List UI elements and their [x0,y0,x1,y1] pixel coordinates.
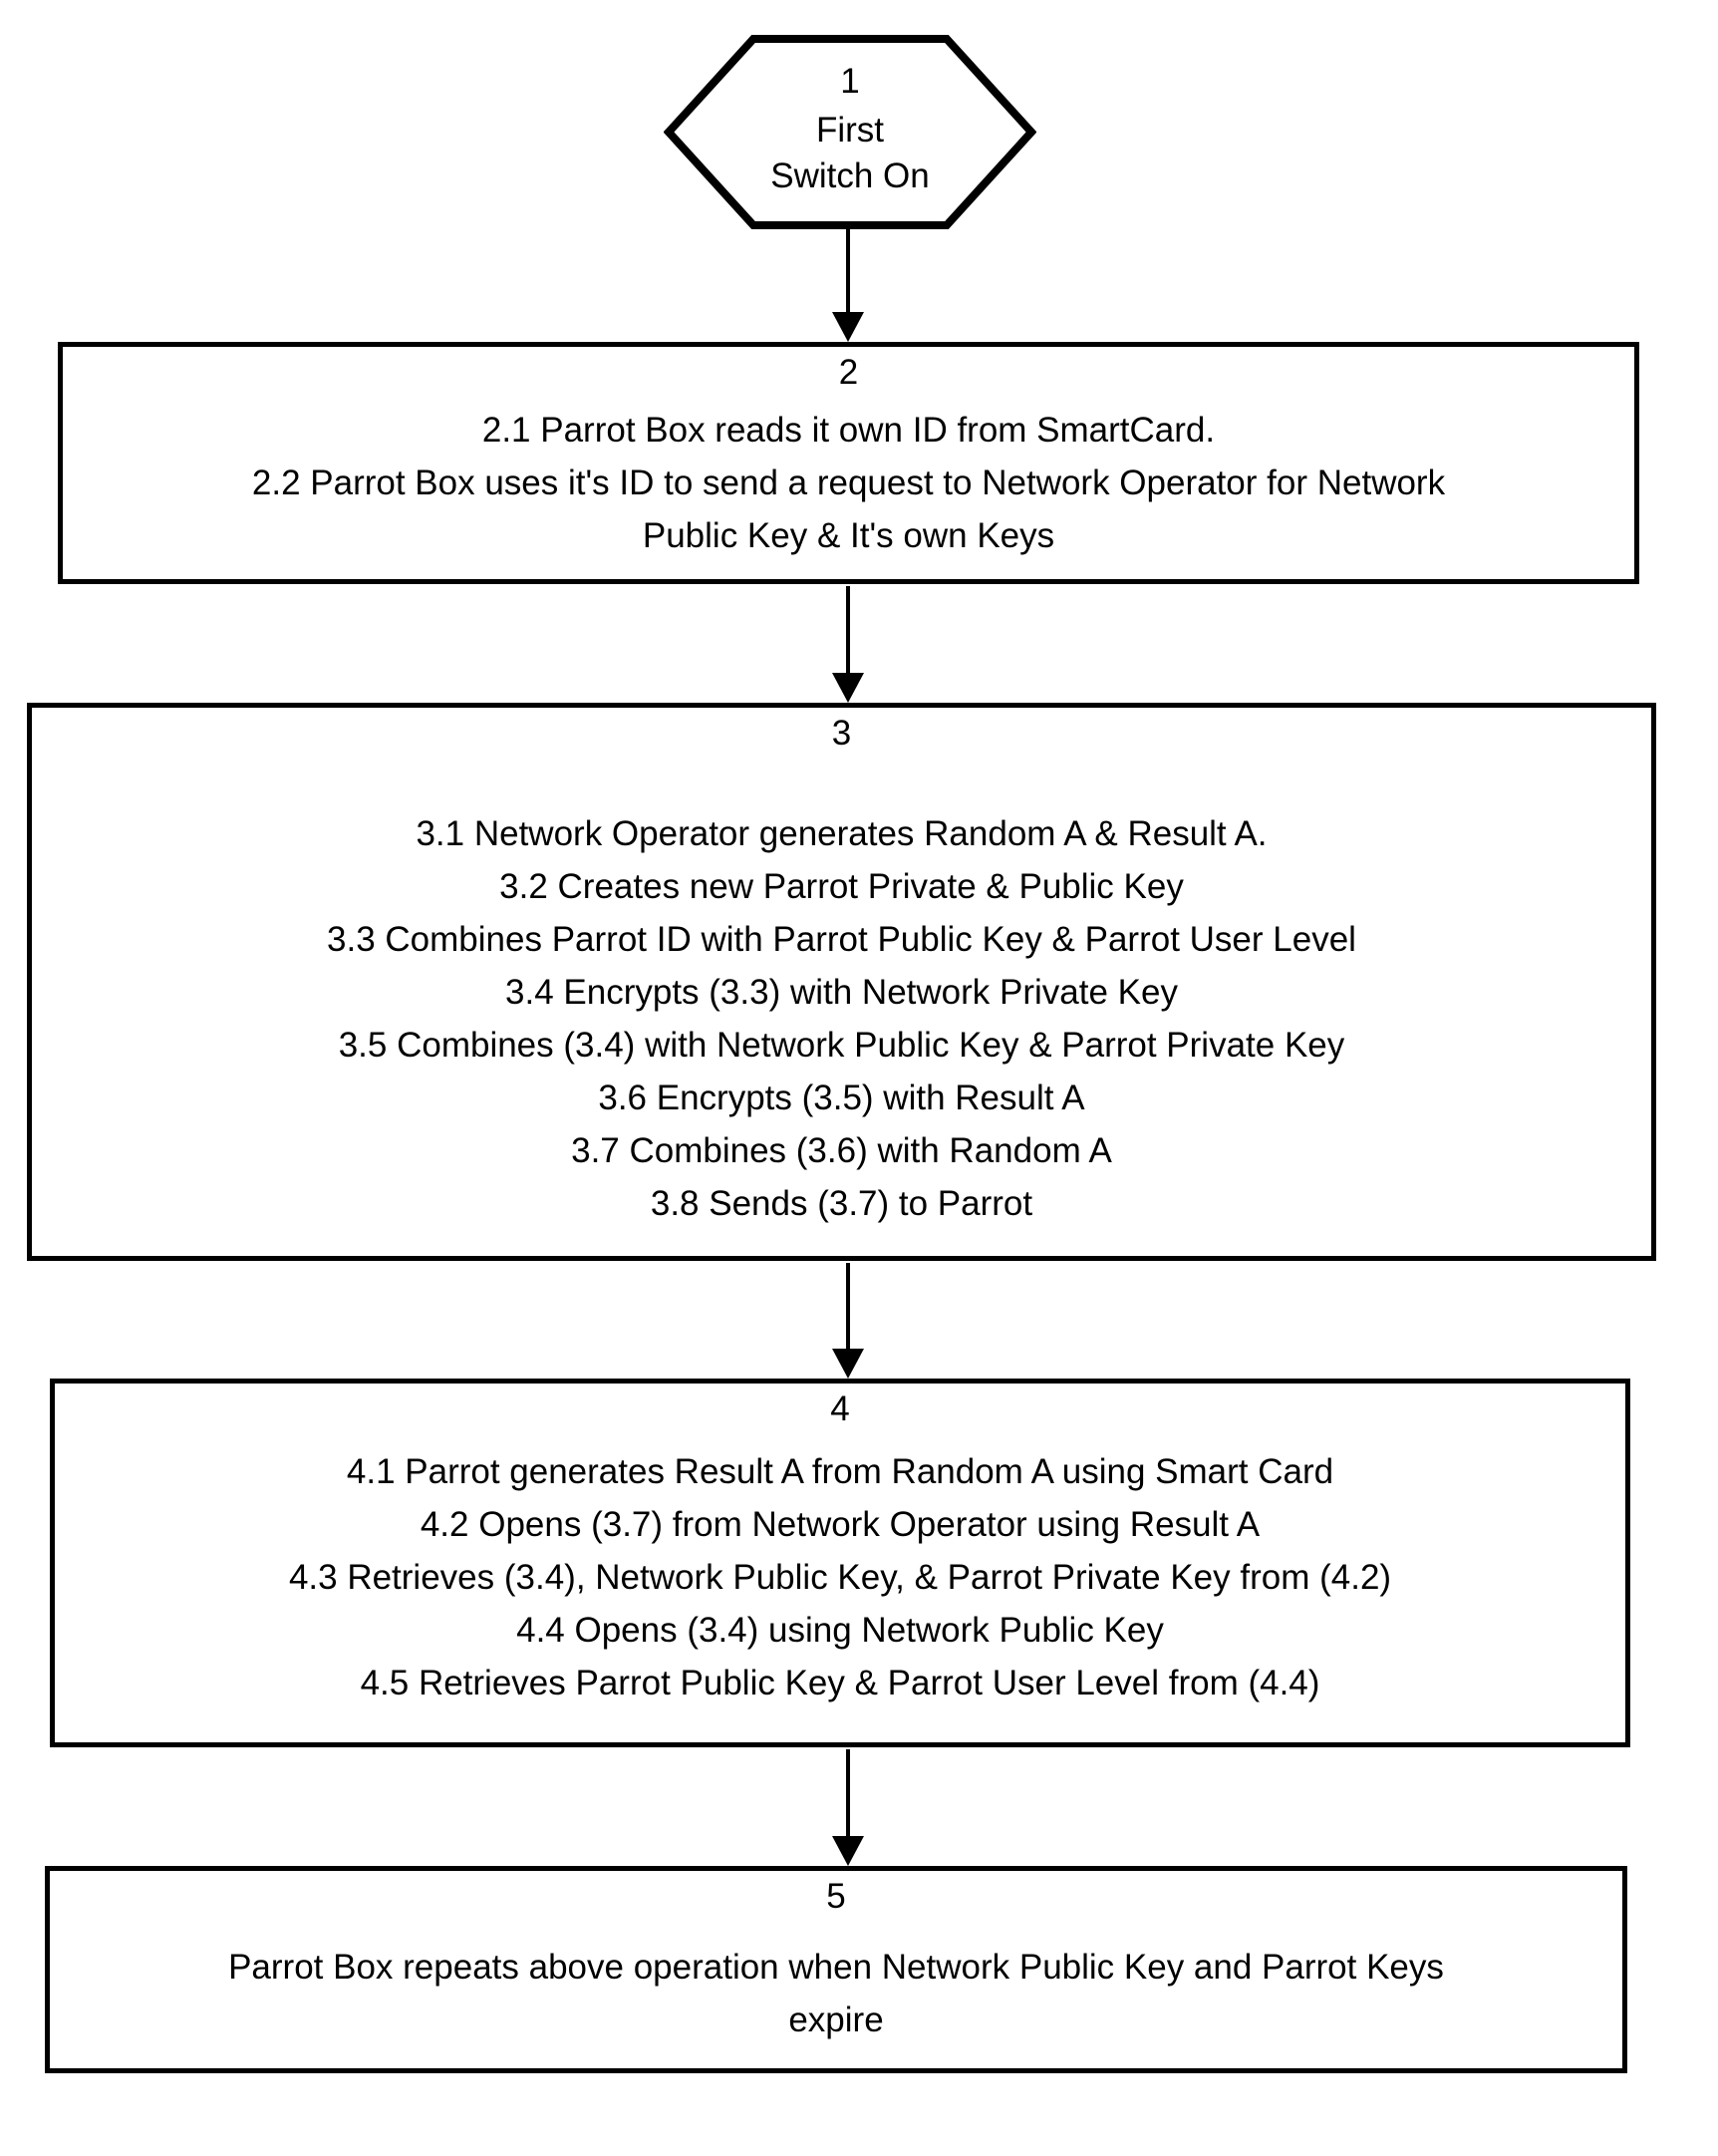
node-3-line-1: 3.1 Network Operator generates Random A … [416,814,1268,853]
flowchart-page: 1 First Switch On 2 2.1 Parrot Box reads… [0,0,1718,2156]
node-3-line-4: 3.4 Encrypts (3.3) with Network Private … [505,973,1178,1012]
connector-3-4-line [846,1263,850,1351]
node-2-line-3: Public Key & It's own Keys [642,516,1055,555]
node-2-number: 2 [838,353,859,392]
node-5-text: Parrot Box repeats above operation when … [50,1941,1622,2046]
node-5-number: 5 [826,1877,846,1916]
node-1-line-2: Switch On [770,156,930,195]
node-4-number: 4 [830,1389,850,1428]
node-4-text: 4.1 Parrot generates Result A from Rando… [55,1445,1625,1709]
connector-3-4-arrowhead-icon [832,1349,864,1379]
node-4-line-5: 4.5 Retrieves Parrot Public Key & Parrot… [360,1664,1320,1702]
node-4-line-3: 4.3 Retrieves (3.4), Network Public Key,… [288,1558,1392,1597]
node-1-line-1: First [815,111,885,150]
node-3-line-3: 3.3 Combines Parrot ID with Parrot Publi… [327,920,1356,959]
connector-2-3-arrowhead-icon [832,673,864,703]
node-3-line-7: 3.7 Combines (3.6) with Random A [571,1131,1112,1170]
connector-4-5-arrowhead-icon [832,1836,864,1866]
node-3-number: 3 [831,714,852,753]
node-4-box: 4 4.1 Parrot generates Result A from Ran… [50,1379,1630,1747]
node-2-text: 2.1 Parrot Box reads it own ID from Smar… [63,404,1634,562]
node-3-line-2: 3.2 Creates new Parrot Private & Public … [499,867,1184,906]
connector-1-2-arrowhead-icon [832,312,864,342]
node-1-number: 1 [840,62,860,101]
node-3-line-8: 3.8 Sends (3.7) to Parrot [650,1184,1033,1223]
node-5-box: 5 Parrot Box repeats above operation whe… [45,1866,1627,2073]
connector-2-3-line [846,586,850,675]
node-2-line-1: 2.1 Parrot Box reads it own ID from Smar… [481,411,1216,450]
node-3-box: 3 3.1 Network Operator generates Random … [27,703,1656,1261]
connector-1-2-line [846,228,850,314]
node-2-line-2: 2.2 Parrot Box uses it's ID to send a re… [251,463,1446,502]
connector-4-5-line [846,1749,850,1838]
node-4-line-2: 4.2 Opens (3.7) from Network Operator us… [420,1505,1261,1544]
node-3-line-6: 3.6 Encrypts (3.5) with Result A [598,1078,1085,1117]
node-3-line-5: 3.5 Combines (3.4) with Network Public K… [338,1026,1345,1065]
node-1-hexagon: 1 First Switch On [664,34,1036,230]
node-2-box: 2 2.1 Parrot Box reads it own ID from Sm… [58,342,1639,584]
node-5-line-2: expire [788,2001,884,2039]
node-5-line-1: Parrot Box repeats above operation when … [228,1948,1444,1987]
node-3-text: 3.1 Network Operator generates Random A … [32,807,1651,1230]
node-1-label: First Switch On [664,108,1036,199]
node-4-line-1: 4.1 Parrot generates Result A from Rando… [346,1452,1334,1491]
node-4-line-4: 4.4 Opens (3.4) using Network Public Key [516,1611,1164,1650]
